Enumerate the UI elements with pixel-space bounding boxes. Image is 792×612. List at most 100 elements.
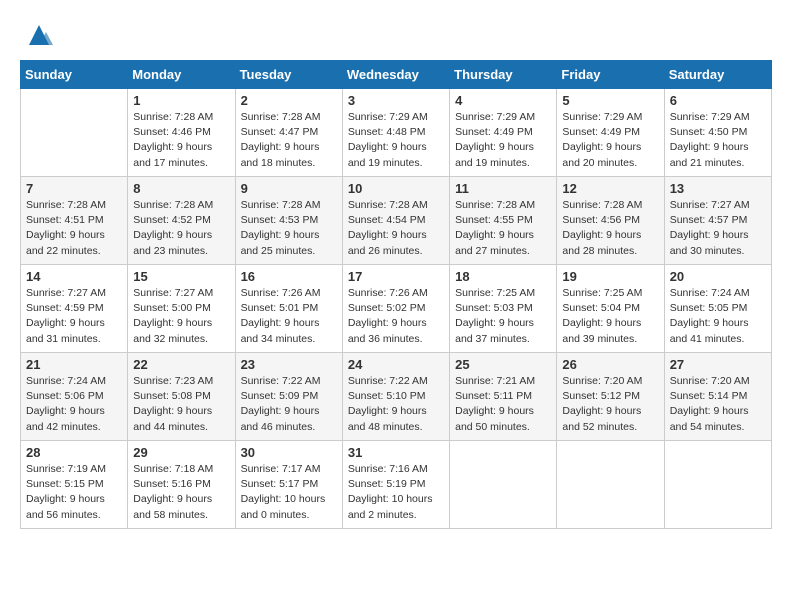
day-info: Sunrise: 7:24 AMSunset: 5:06 PMDaylight:… xyxy=(26,374,122,435)
logo xyxy=(20,20,54,50)
day-info: Sunrise: 7:28 AMSunset: 4:47 PMDaylight:… xyxy=(241,110,337,171)
day-header-monday: Monday xyxy=(128,61,235,89)
calendar-cell xyxy=(450,441,557,529)
calendar-cell: 24 Sunrise: 7:22 AMSunset: 5:10 PMDayligh… xyxy=(342,353,449,441)
calendar-cell: 13 Sunrise: 7:27 AMSunset: 4:57 PMDayligh… xyxy=(664,177,771,265)
calendar-cell: 20 Sunrise: 7:24 AMSunset: 5:05 PMDayligh… xyxy=(664,265,771,353)
day-number: 19 xyxy=(562,269,658,284)
calendar-cell: 2 Sunrise: 7:28 AMSunset: 4:47 PMDaylight… xyxy=(235,89,342,177)
week-row-1: 1 Sunrise: 7:28 AMSunset: 4:46 PMDaylight… xyxy=(21,89,772,177)
calendar-cell: 17 Sunrise: 7:26 AMSunset: 5:02 PMDayligh… xyxy=(342,265,449,353)
day-number: 6 xyxy=(670,93,766,108)
day-header-saturday: Saturday xyxy=(664,61,771,89)
day-number: 13 xyxy=(670,181,766,196)
week-row-5: 28 Sunrise: 7:19 AMSunset: 5:15 PMDayligh… xyxy=(21,441,772,529)
day-info: Sunrise: 7:18 AMSunset: 5:16 PMDaylight:… xyxy=(133,462,229,523)
week-row-3: 14 Sunrise: 7:27 AMSunset: 4:59 PMDayligh… xyxy=(21,265,772,353)
day-info: Sunrise: 7:25 AMSunset: 5:04 PMDaylight:… xyxy=(562,286,658,347)
day-info: Sunrise: 7:27 AMSunset: 5:00 PMDaylight:… xyxy=(133,286,229,347)
day-number: 20 xyxy=(670,269,766,284)
day-info: Sunrise: 7:21 AMSunset: 5:11 PMDaylight:… xyxy=(455,374,551,435)
day-number: 17 xyxy=(348,269,444,284)
day-number: 27 xyxy=(670,357,766,372)
day-number: 15 xyxy=(133,269,229,284)
day-number: 5 xyxy=(562,93,658,108)
calendar-cell: 28 Sunrise: 7:19 AMSunset: 5:15 PMDayligh… xyxy=(21,441,128,529)
day-number: 25 xyxy=(455,357,551,372)
day-info: Sunrise: 7:26 AMSunset: 5:01 PMDaylight:… xyxy=(241,286,337,347)
day-number: 30 xyxy=(241,445,337,460)
day-info: Sunrise: 7:29 AMSunset: 4:50 PMDaylight:… xyxy=(670,110,766,171)
day-number: 23 xyxy=(241,357,337,372)
day-number: 21 xyxy=(26,357,122,372)
day-info: Sunrise: 7:29 AMSunset: 4:48 PMDaylight:… xyxy=(348,110,444,171)
day-number: 29 xyxy=(133,445,229,460)
calendar-cell: 31 Sunrise: 7:16 AMSunset: 5:19 PMDayligh… xyxy=(342,441,449,529)
day-info: Sunrise: 7:29 AMSunset: 4:49 PMDaylight:… xyxy=(562,110,658,171)
calendar-cell: 19 Sunrise: 7:25 AMSunset: 5:04 PMDayligh… xyxy=(557,265,664,353)
day-number: 8 xyxy=(133,181,229,196)
calendar-cell: 16 Sunrise: 7:26 AMSunset: 5:01 PMDayligh… xyxy=(235,265,342,353)
calendar-cell: 5 Sunrise: 7:29 AMSunset: 4:49 PMDaylight… xyxy=(557,89,664,177)
day-number: 2 xyxy=(241,93,337,108)
calendar-cell: 14 Sunrise: 7:27 AMSunset: 4:59 PMDayligh… xyxy=(21,265,128,353)
day-number: 28 xyxy=(26,445,122,460)
day-info: Sunrise: 7:28 AMSunset: 4:55 PMDaylight:… xyxy=(455,198,551,259)
day-info: Sunrise: 7:22 AMSunset: 5:10 PMDaylight:… xyxy=(348,374,444,435)
day-header-sunday: Sunday xyxy=(21,61,128,89)
calendar-cell: 10 Sunrise: 7:28 AMSunset: 4:54 PMDayligh… xyxy=(342,177,449,265)
calendar-cell: 6 Sunrise: 7:29 AMSunset: 4:50 PMDaylight… xyxy=(664,89,771,177)
day-number: 4 xyxy=(455,93,551,108)
day-info: Sunrise: 7:28 AMSunset: 4:52 PMDaylight:… xyxy=(133,198,229,259)
day-number: 16 xyxy=(241,269,337,284)
calendar-cell xyxy=(557,441,664,529)
day-header-friday: Friday xyxy=(557,61,664,89)
day-number: 24 xyxy=(348,357,444,372)
calendar-cell: 23Sunrise: 7:22 AMSunset: 5:09 PMDayligh… xyxy=(235,353,342,441)
calendar-cell: 22Sunrise: 7:23 AMSunset: 5:08 PMDayligh… xyxy=(128,353,235,441)
calendar-cell: 25 Sunrise: 7:21 AMSunset: 5:11 PMDayligh… xyxy=(450,353,557,441)
day-info: Sunrise: 7:16 AMSunset: 5:19 PMDaylight:… xyxy=(348,462,444,523)
day-number: 12 xyxy=(562,181,658,196)
week-row-4: 21 Sunrise: 7:24 AMSunset: 5:06 PMDayligh… xyxy=(21,353,772,441)
day-info: Sunrise: 7:28 AMSunset: 4:51 PMDaylight:… xyxy=(26,198,122,259)
calendar-cell: 30 Sunrise: 7:17 AMSunset: 5:17 PMDayligh… xyxy=(235,441,342,529)
day-info: Sunrise: 7:27 AMSunset: 4:59 PMDaylight:… xyxy=(26,286,122,347)
day-info: Sunrise: 7:20 AMSunset: 5:14 PMDaylight:… xyxy=(670,374,766,435)
day-number: 1 xyxy=(133,93,229,108)
day-number: 7 xyxy=(26,181,122,196)
day-info: Sunrise: 7:28 AMSunset: 4:54 PMDaylight:… xyxy=(348,198,444,259)
day-header-tuesday: Tuesday xyxy=(235,61,342,89)
day-info: Sunrise: 7:19 AMSunset: 5:15 PMDaylight:… xyxy=(26,462,122,523)
calendar-cell: 27 Sunrise: 7:20 AMSunset: 5:14 PMDayligh… xyxy=(664,353,771,441)
day-info: Sunrise: 7:28 AMSunset: 4:46 PMDaylight:… xyxy=(133,110,229,171)
day-number: 3 xyxy=(348,93,444,108)
page-header xyxy=(20,20,772,50)
calendar-cell: 4 Sunrise: 7:29 AMSunset: 4:49 PMDaylight… xyxy=(450,89,557,177)
calendar-table: SundayMondayTuesdayWednesdayThursdayFrid… xyxy=(20,60,772,529)
calendar-cell: 15 Sunrise: 7:27 AMSunset: 5:00 PMDayligh… xyxy=(128,265,235,353)
day-info: Sunrise: 7:23 AMSunset: 5:08 PMDaylight:… xyxy=(133,374,229,435)
calendar-cell: 12 Sunrise: 7:28 AMSunset: 4:56 PMDayligh… xyxy=(557,177,664,265)
day-info: Sunrise: 7:17 AMSunset: 5:17 PMDaylight:… xyxy=(241,462,337,523)
calendar-cell: 21 Sunrise: 7:24 AMSunset: 5:06 PMDayligh… xyxy=(21,353,128,441)
calendar-cell: 18Sunrise: 7:25 AMSunset: 5:03 PMDayligh… xyxy=(450,265,557,353)
week-row-2: 7 Sunrise: 7:28 AMSunset: 4:51 PMDaylight… xyxy=(21,177,772,265)
day-number: 14 xyxy=(26,269,122,284)
day-number: 31 xyxy=(348,445,444,460)
calendar-cell: 3 Sunrise: 7:29 AMSunset: 4:48 PMDaylight… xyxy=(342,89,449,177)
day-info: Sunrise: 7:29 AMSunset: 4:49 PMDaylight:… xyxy=(455,110,551,171)
day-info: Sunrise: 7:27 AMSunset: 4:57 PMDaylight:… xyxy=(670,198,766,259)
day-info: Sunrise: 7:24 AMSunset: 5:05 PMDaylight:… xyxy=(670,286,766,347)
days-header-row: SundayMondayTuesdayWednesdayThursdayFrid… xyxy=(21,61,772,89)
day-number: 9 xyxy=(241,181,337,196)
day-info: Sunrise: 7:26 AMSunset: 5:02 PMDaylight:… xyxy=(348,286,444,347)
day-number: 26 xyxy=(562,357,658,372)
day-number: 10 xyxy=(348,181,444,196)
day-info: Sunrise: 7:28 AMSunset: 4:53 PMDaylight:… xyxy=(241,198,337,259)
calendar-cell: 29 Sunrise: 7:18 AMSunset: 5:16 PMDayligh… xyxy=(128,441,235,529)
day-header-wednesday: Wednesday xyxy=(342,61,449,89)
day-info: Sunrise: 7:20 AMSunset: 5:12 PMDaylight:… xyxy=(562,374,658,435)
day-info: Sunrise: 7:28 AMSunset: 4:56 PMDaylight:… xyxy=(562,198,658,259)
calendar-cell: 9 Sunrise: 7:28 AMSunset: 4:53 PMDaylight… xyxy=(235,177,342,265)
